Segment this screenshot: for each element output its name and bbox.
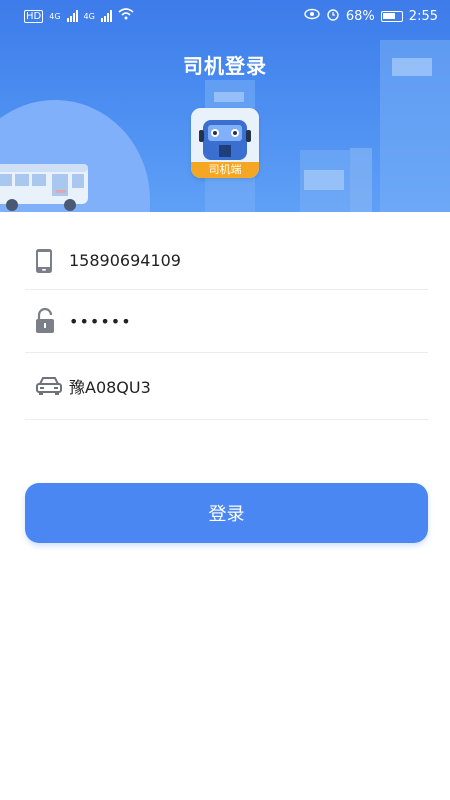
signal-icon — [66, 10, 78, 22]
bus-illustration — [0, 160, 100, 212]
battery-icon — [380, 10, 403, 22]
status-bar: HD 4G 4G 68% 2:55 — [0, 0, 450, 32]
signal2-label: 4G — [83, 11, 95, 21]
app-logo: 司机端 — [191, 108, 259, 178]
page-title: 司机登录 — [183, 54, 267, 78]
clock-time: 2:55 — [408, 8, 438, 24]
plate-field[interactable]: 豫A08QU3 — [25, 353, 428, 420]
phone-field[interactable]: 15890694109 — [25, 232, 428, 290]
eye-icon — [304, 8, 320, 24]
plate-input[interactable]: 豫A08QU3 — [69, 374, 151, 398]
login-screen: HD 4G 4G 68% 2:55 司机登录 司机端 15890694109 •… — [0, 0, 450, 800]
phone-input[interactable]: 15890694109 — [69, 251, 181, 270]
lock-icon — [25, 308, 69, 334]
login-button[interactable]: 登录 — [25, 483, 428, 543]
password-input[interactable]: •••••• — [69, 312, 132, 331]
signal1-label: 4G — [49, 11, 61, 21]
login-form: 15890694109 •••••• 豫A08QU3 — [25, 232, 428, 420]
battery-percent: 68% — [345, 8, 375, 24]
hd-label: HD — [24, 9, 44, 23]
robot-bus-icon — [191, 108, 259, 164]
alarm-icon — [326, 7, 340, 25]
wifi-icon — [118, 8, 134, 24]
phone-icon — [25, 248, 69, 274]
signal-icon-2 — [100, 10, 112, 22]
logo-label: 司机端 — [191, 162, 259, 178]
password-field[interactable]: •••••• — [25, 290, 428, 353]
car-icon — [25, 375, 69, 397]
